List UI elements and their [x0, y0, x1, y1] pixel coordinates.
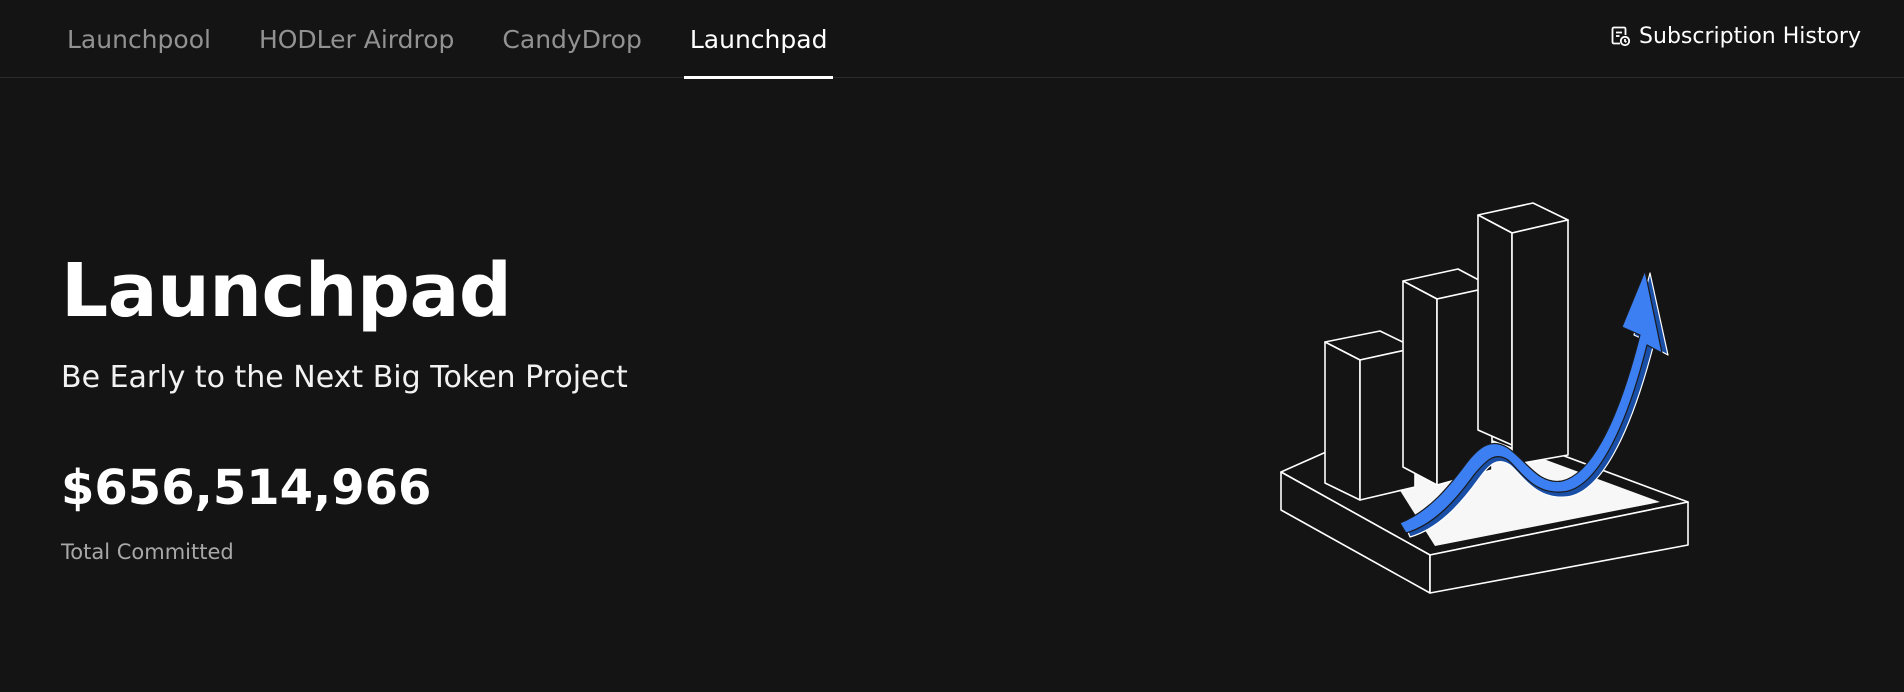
subscription-history-label: Subscription History [1639, 23, 1861, 49]
tab-hodler-airdrop[interactable]: HODLer Airdrop [253, 0, 460, 78]
subscription-history-link[interactable]: Subscription History [1609, 0, 1861, 72]
total-committed-label: Total Committed [61, 540, 234, 564]
page-title: Launchpad [61, 248, 512, 334]
tab-candydrop[interactable]: CandyDrop [496, 0, 647, 78]
tab-launchpool[interactable]: Launchpool [61, 0, 217, 78]
document-clock-icon [1609, 25, 1631, 47]
top-navigation: Launchpool HODLer Airdrop CandyDrop Laun… [0, 0, 1904, 79]
tab-launchpad[interactable]: Launchpad [683, 0, 834, 79]
tab-bar: Launchpool HODLer Airdrop CandyDrop Laun… [61, 0, 869, 79]
page-subtitle: Be Early to the Next Big Token Project [61, 360, 628, 395]
bar-chart-growth-arrow-illustration [1270, 195, 1710, 605]
total-committed-value: $656,514,966 [61, 460, 432, 516]
